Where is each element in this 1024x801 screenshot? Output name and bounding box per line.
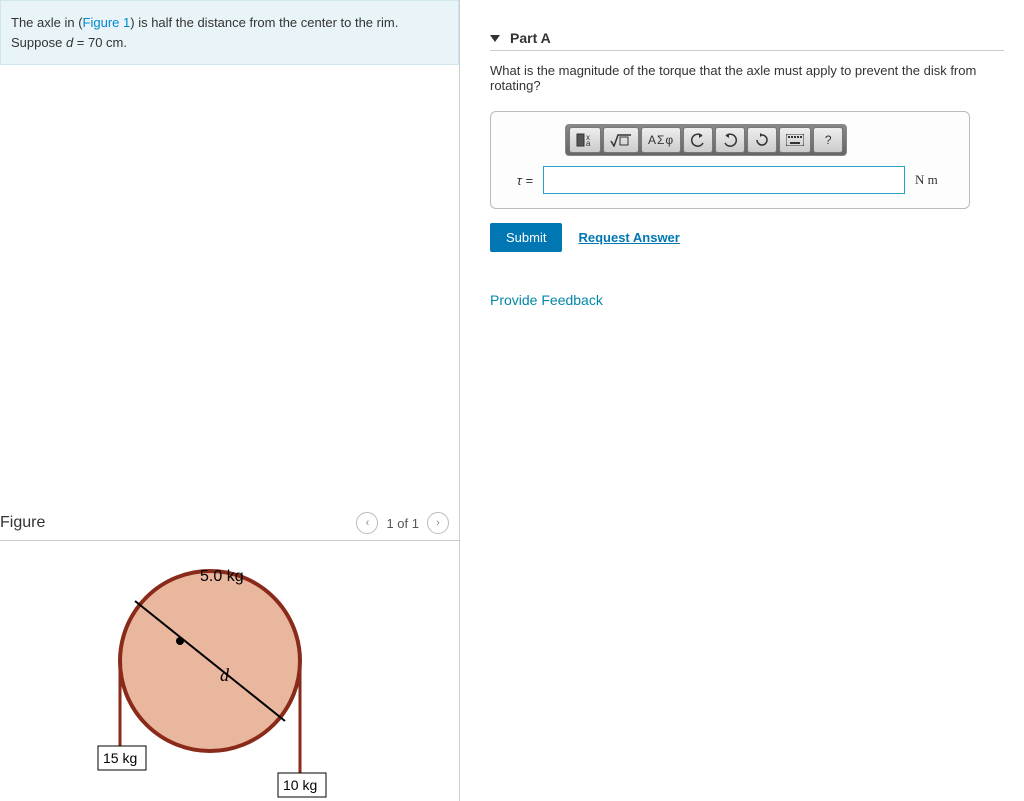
figure-diagram: d 5.0 kg 15 kg 10 kg bbox=[80, 551, 340, 801]
redo-button[interactable] bbox=[715, 127, 745, 153]
units-label: N m bbox=[915, 172, 955, 188]
figure-nav: ‹ 1 of 1 › bbox=[356, 512, 449, 534]
redo-icon bbox=[722, 133, 738, 147]
keyboard-icon bbox=[786, 134, 804, 146]
right-panel: Part A What is the magnitude of the torq… bbox=[460, 0, 1024, 801]
reset-button[interactable] bbox=[747, 127, 777, 153]
answer-toolbar: x a ΑΣφ bbox=[565, 124, 847, 156]
caret-down-icon bbox=[490, 35, 500, 42]
figure-next-button[interactable]: › bbox=[427, 512, 449, 534]
part-title: Part A bbox=[510, 30, 551, 46]
help-button[interactable]: ? bbox=[813, 127, 843, 153]
sqrt-icon bbox=[610, 133, 632, 147]
figure-link[interactable]: Figure 1 bbox=[83, 15, 131, 30]
problem-statement: The axle in (Figure 1) is half the dista… bbox=[0, 0, 459, 65]
answer-input[interactable] bbox=[543, 166, 905, 194]
disk-mass-label: 5.0 kg bbox=[200, 568, 244, 585]
problem-eq: = 70 cm. bbox=[73, 35, 127, 50]
templates-icon: x a bbox=[576, 133, 594, 147]
input-row: τ = N m bbox=[505, 166, 955, 194]
left-panel: The axle in (Figure 1) is half the dista… bbox=[0, 0, 460, 801]
figure-area: d 5.0 kg 15 kg 10 kg bbox=[0, 541, 459, 801]
figure-header: Figure ‹ 1 of 1 › bbox=[0, 506, 459, 541]
actions-row: Submit Request Answer bbox=[490, 223, 1004, 252]
figure-prev-button[interactable]: ‹ bbox=[356, 512, 378, 534]
question-text: What is the magnitude of the torque that… bbox=[490, 63, 1004, 93]
greek-button[interactable]: ΑΣφ bbox=[641, 127, 681, 153]
problem-pre: The axle in ( bbox=[11, 15, 83, 30]
sqrt-button[interactable] bbox=[603, 127, 639, 153]
figure-nav-text: 1 of 1 bbox=[386, 516, 419, 531]
undo-button[interactable] bbox=[683, 127, 713, 153]
templates-button[interactable]: x a bbox=[569, 127, 601, 153]
provide-feedback-link[interactable]: Provide Feedback bbox=[490, 292, 603, 308]
undo-icon bbox=[690, 133, 706, 147]
reset-icon bbox=[754, 133, 770, 147]
d-label: d bbox=[220, 665, 230, 685]
part-header[interactable]: Part A bbox=[490, 30, 1004, 51]
keyboard-button[interactable] bbox=[779, 127, 811, 153]
answer-box: x a ΑΣφ bbox=[490, 111, 970, 209]
tau-label: τ = bbox=[505, 173, 533, 188]
left-mass-label: 15 kg bbox=[103, 750, 137, 766]
svg-text:a: a bbox=[586, 139, 591, 147]
figure-title: Figure bbox=[0, 514, 45, 532]
right-mass-label: 10 kg bbox=[283, 777, 317, 793]
submit-button[interactable]: Submit bbox=[490, 223, 562, 252]
request-answer-link[interactable]: Request Answer bbox=[578, 230, 679, 245]
